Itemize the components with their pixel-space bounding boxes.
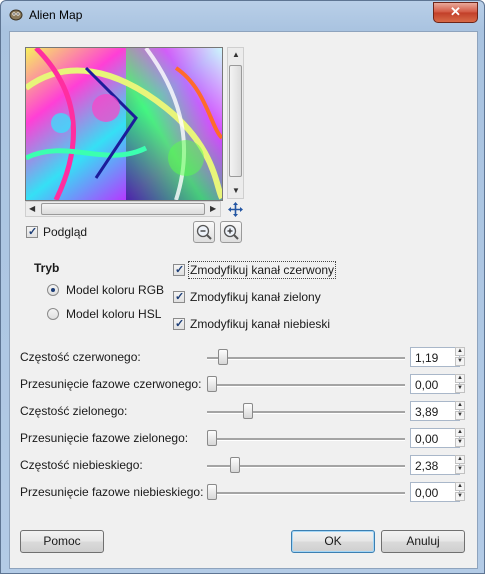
spin-up-icon[interactable]: ▲: [455, 455, 465, 464]
radio-selected-dot: [51, 288, 55, 292]
value-spinbox[interactable]: 3,89: [410, 401, 460, 421]
spin-down-icon[interactable]: ▼: [455, 492, 465, 501]
spin-down-icon[interactable]: ▼: [455, 384, 465, 393]
slider-track[interactable]: [207, 357, 405, 360]
slider-label: Przesunięcie fazowe zielonego:: [20, 431, 189, 445]
spin-arrows[interactable]: ▲ ▼: [455, 428, 465, 448]
spin-value: 0,00: [415, 432, 439, 446]
rgb-radio[interactable]: [47, 284, 59, 296]
ok-button[interactable]: OK: [291, 530, 375, 553]
alien-map-dialog: Alien Map ✕ ▲ ▼ ◀ ▶ ✓ Podgląd Tryb Model…: [0, 0, 485, 574]
slider-thumb[interactable]: [207, 376, 217, 392]
slider-thumb[interactable]: [207, 484, 217, 500]
preview-image: [25, 47, 223, 201]
spin-arrows[interactable]: ▲ ▼: [455, 374, 465, 394]
slider-label: Przesunięcie fazowe czerwonego:: [20, 377, 202, 391]
help-button-label: Pomoc: [43, 534, 81, 548]
slider-label: Przesunięcie fazowe niebieskiego:: [20, 485, 204, 499]
preview-label: Podgląd: [43, 225, 88, 239]
spin-arrows[interactable]: ▲ ▼: [455, 347, 465, 367]
check-icon: ✓: [175, 264, 185, 276]
spin-value: 3,89: [415, 405, 439, 419]
zoom-in-icon: [223, 224, 239, 240]
slider-thumb[interactable]: [207, 430, 217, 446]
value-spinbox[interactable]: 0,00: [410, 374, 460, 394]
close-button[interactable]: ✕: [433, 2, 478, 23]
cancel-button-label: Anuluj: [406, 534, 440, 548]
rgb-radio-label: Model koloru RGB: [66, 283, 165, 297]
value-spinbox[interactable]: 0,00: [410, 482, 460, 502]
slider-label: Częstość zielonego:: [20, 404, 128, 418]
blue-channel-label: Zmodyfikuj kanał niebieski: [190, 317, 331, 331]
hsl-radio-label: Model koloru HSL: [66, 307, 162, 321]
spin-up-icon[interactable]: ▲: [455, 401, 465, 410]
scroll-up-icon[interactable]: ▲: [232, 50, 240, 59]
check-icon: ✓: [28, 226, 38, 238]
window-title: Alien Map: [29, 8, 83, 22]
slider-thumb[interactable]: [218, 349, 229, 365]
mode-heading: Tryb: [34, 261, 60, 275]
close-icon: ✕: [450, 4, 461, 19]
preview-horizontal-scrollbar[interactable]: ◀ ▶: [25, 201, 221, 217]
spin-down-icon[interactable]: ▼: [455, 438, 465, 447]
spin-value: 2,38: [415, 459, 439, 473]
spin-value: 0,00: [415, 378, 439, 392]
title-bar: Alien Map ✕: [1, 1, 484, 29]
value-spinbox[interactable]: 0,00: [410, 428, 460, 448]
slider-track[interactable]: [207, 438, 405, 441]
spin-up-icon[interactable]: ▲: [455, 347, 465, 356]
slider-label: Częstość czerwonego:: [20, 350, 141, 364]
ok-button-label: OK: [324, 534, 342, 548]
scroll-left-icon[interactable]: ◀: [29, 204, 35, 213]
help-button[interactable]: Pomoc: [20, 530, 104, 553]
zoom-out-button[interactable]: [193, 221, 215, 243]
spin-arrows[interactable]: ▲ ▼: [455, 482, 465, 502]
value-spinbox[interactable]: 1,19: [410, 347, 460, 367]
zoom-out-icon: [196, 224, 212, 240]
red-channel-checkbox[interactable]: ✓: [173, 264, 185, 276]
green-channel-label: Zmodyfikuj kanał zielony: [190, 290, 321, 304]
check-icon: ✓: [175, 291, 185, 303]
red-channel-label: Zmodyfikuj kanał czerwony: [187, 261, 337, 279]
spin-value: 0,00: [415, 486, 439, 500]
zoom-in-button[interactable]: [220, 221, 242, 243]
gimp-icon: [9, 9, 23, 21]
value-spinbox[interactable]: 2,38: [410, 455, 460, 475]
check-icon: ✓: [175, 318, 185, 330]
spin-down-icon[interactable]: ▼: [455, 357, 465, 366]
spin-up-icon[interactable]: ▲: [455, 482, 465, 491]
scroll-right-icon[interactable]: ▶: [210, 204, 216, 213]
dialog-body: ▲ ▼ ◀ ▶ ✓ Podgląd Tryb Model koloru RGB …: [9, 31, 478, 569]
preview-checkbox[interactable]: ✓: [26, 226, 38, 238]
blue-channel-checkbox[interactable]: ✓: [173, 318, 185, 330]
spin-up-icon[interactable]: ▲: [455, 374, 465, 383]
move-arrows-icon[interactable]: [227, 201, 244, 218]
hsl-radio[interactable]: [47, 308, 59, 320]
spin-arrows[interactable]: ▲ ▼: [455, 401, 465, 421]
vertical-scroll-thumb[interactable]: [229, 65, 242, 177]
slider-track[interactable]: [207, 411, 405, 414]
cancel-button[interactable]: Anuluj: [381, 530, 465, 553]
preview-vertical-scrollbar[interactable]: ▲ ▼: [227, 47, 244, 199]
spin-value: 1,19: [415, 351, 439, 365]
spin-down-icon[interactable]: ▼: [455, 411, 465, 420]
slider-track[interactable]: [207, 492, 405, 495]
slider-track[interactable]: [207, 384, 405, 387]
spin-arrows[interactable]: ▲ ▼: [455, 455, 465, 475]
slider-thumb[interactable]: [229, 457, 240, 473]
spin-down-icon[interactable]: ▼: [455, 465, 465, 474]
scroll-down-icon[interactable]: ▼: [232, 186, 240, 195]
horizontal-scroll-thumb[interactable]: [41, 203, 205, 215]
spin-up-icon[interactable]: ▲: [455, 428, 465, 437]
slider-label: Częstość niebieskiego:: [20, 458, 143, 472]
slider-thumb[interactable]: [242, 403, 253, 419]
green-channel-checkbox[interactable]: ✓: [173, 291, 185, 303]
